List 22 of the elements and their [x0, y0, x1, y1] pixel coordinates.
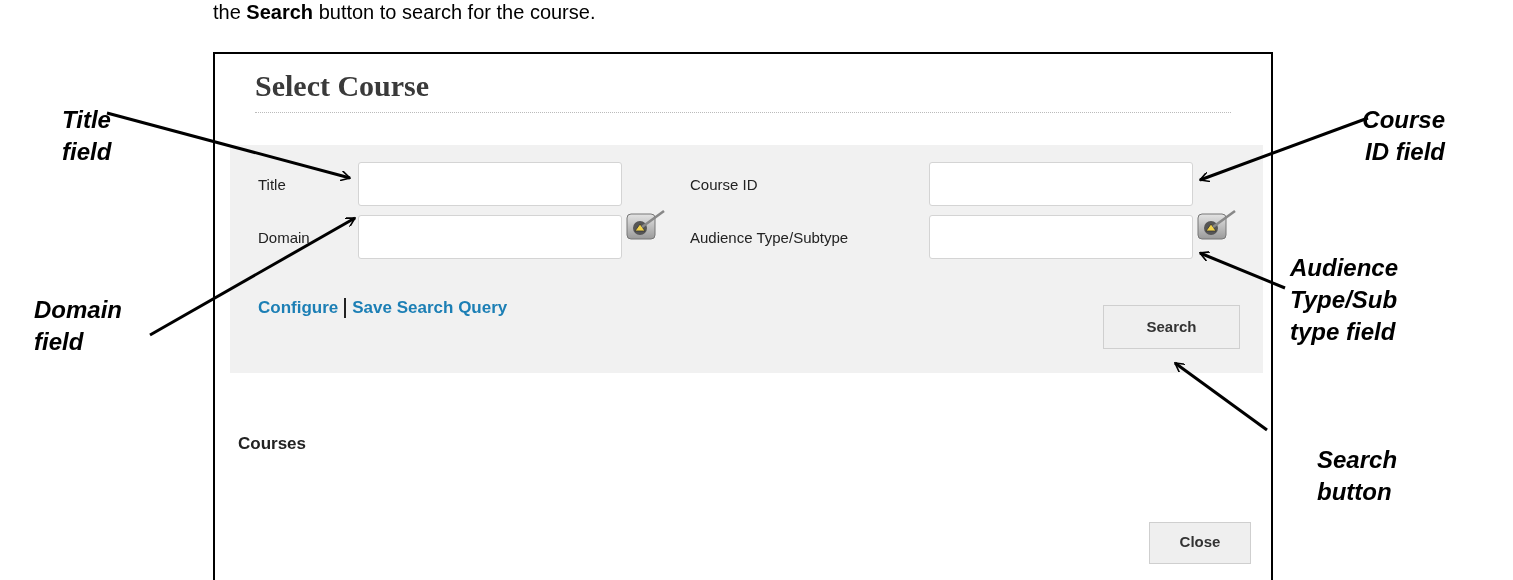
callout-label: Title field — [62, 105, 112, 167]
field-label: Title — [258, 175, 287, 195]
picker-icon[interactable] — [1197, 209, 1238, 240]
text-field[interactable] — [358, 215, 622, 259]
search-button[interactable]: Search — [1103, 305, 1240, 349]
dialog-title: Select Course — [255, 68, 1231, 113]
instruction-text: the Search button to search for the course. — [212, 0, 597, 25]
panel-link[interactable]: Save Search Query — [352, 295, 508, 321]
panel-link[interactable]: Configure — [258, 295, 339, 321]
callout-label: Course ID field — [1361, 105, 1445, 167]
field-label: Domain — [258, 228, 311, 248]
section-title: Courses — [238, 433, 308, 455]
text-field[interactable] — [358, 162, 622, 206]
text-field[interactable] — [929, 162, 1193, 206]
callout-label: Search button — [1317, 445, 1398, 507]
callout-label: Audience Type/Sub type field — [1290, 253, 1399, 347]
field-label: Audience Type/Subtype — [690, 228, 850, 248]
field-label: Course ID — [690, 175, 759, 195]
picker-icon[interactable] — [626, 209, 667, 240]
text-field[interactable] — [929, 215, 1193, 259]
close-button[interactable]: Close — [1149, 521, 1251, 564]
callout-label: Domain field — [34, 295, 122, 357]
